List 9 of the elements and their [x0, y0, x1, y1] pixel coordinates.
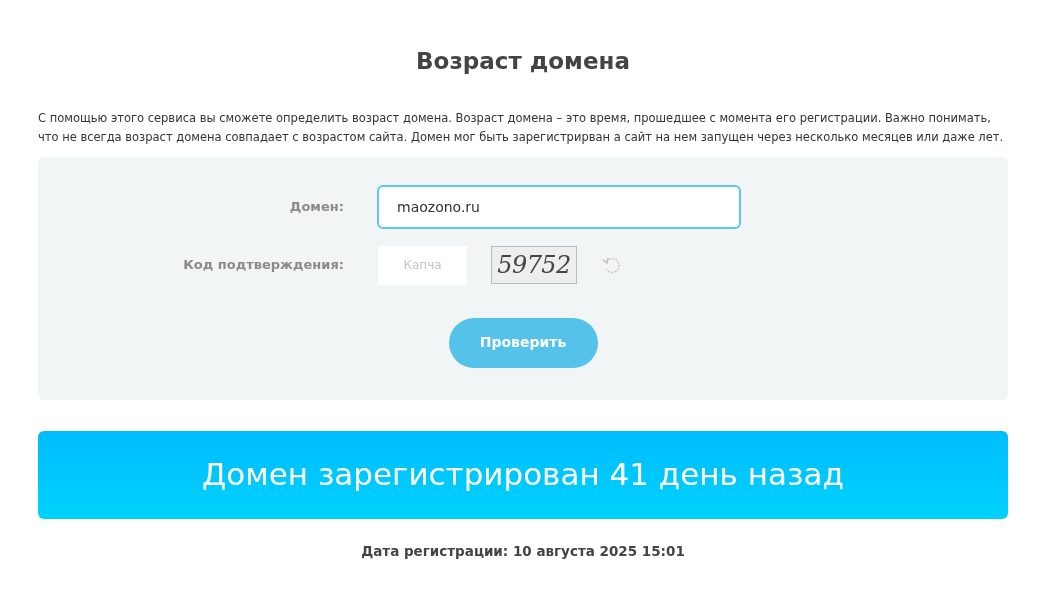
captcha-input[interactable]: Капча	[378, 245, 467, 285]
page-title: Возраст домена	[416, 47, 630, 76]
field-label: Код подтверждения:	[182, 256, 344, 275]
captcha-image: 59752	[491, 246, 577, 284]
domain-input[interactable]: maozono.ru	[377, 184, 741, 229]
registration-date: Дата регистрации: 10 августа 2025 15:01	[361, 541, 685, 561]
field-label: Домен:	[288, 197, 344, 216]
description-text: С помощью этого сервиса вы сможете определить возраст домена. Возраст домена – это время, прошедшее с момента его регистрации. Важно понимать, что не всегда возраст домена совпадает с возрастом сайта. Домен мог быть зарегистрирван а сайт на нем запущен через несколько месяцев или даже лет.	[38, 109, 1005, 146]
result-headline: Домен зарегистрирован 41 день назад	[202, 455, 844, 495]
